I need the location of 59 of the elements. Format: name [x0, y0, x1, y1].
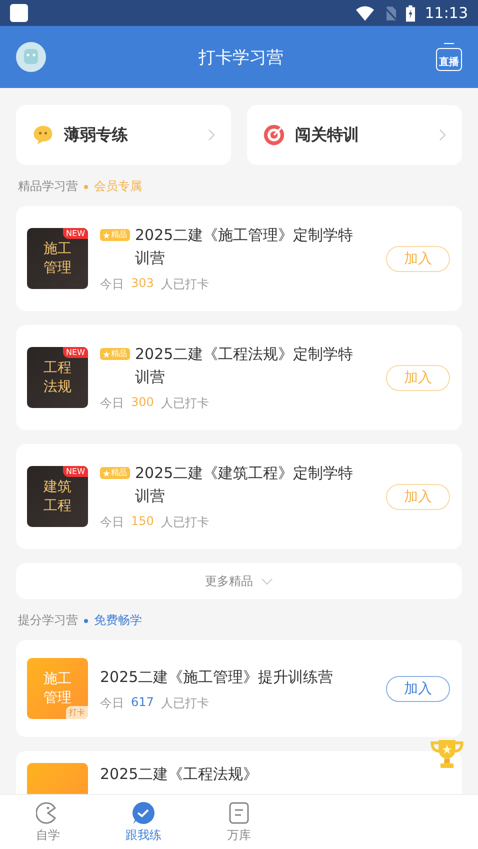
camp-title: 2025二建《工程法规》定制学特训营: [135, 344, 354, 388]
notification-icon: [10, 4, 28, 22]
nav-tab[interactable]: 跟我练: [96, 795, 192, 849]
corner-tag: 打卡: [66, 706, 88, 719]
cover-title: 施工管理: [42, 240, 72, 277]
checkin-label: 今日: [100, 276, 124, 293]
join-button[interactable]: 加入: [386, 484, 450, 510]
section-tag: 会员专属: [94, 178, 142, 195]
checkin-label: 今日: [100, 694, 124, 712]
checkin-count: 303: [131, 276, 154, 292]
bullet-icon: [84, 184, 88, 188]
nav-tab[interactable]: 万库: [191, 795, 287, 849]
join-button[interactable]: 加入: [386, 246, 450, 272]
no-sim-icon: [384, 6, 396, 20]
checkin-label: 人已打卡: [160, 395, 209, 412]
cover-title: 工程法规: [42, 359, 72, 396]
chevron-right-icon: [208, 129, 215, 141]
premium-badge: 精品: [100, 229, 130, 241]
chevron-down-icon: [261, 578, 273, 584]
shortcut-card[interactable]: 闯关特训: [247, 105, 462, 165]
camp-title: 2025二建《建筑工程》定制学特训营: [135, 463, 354, 507]
camp-title: 2025二建《施工管理》定制学特训营: [135, 225, 354, 269]
premium-badge: 精品: [100, 348, 130, 360]
page-title: 打卡学习营: [198, 46, 284, 68]
shortcut-card[interactable]: 薄弱专练: [16, 105, 231, 165]
new-badge: NEW: [63, 228, 88, 239]
section-title: 提分学习营: [18, 612, 78, 629]
target-icon: [263, 124, 285, 146]
camp-title: 2025二建《工程法规》: [100, 764, 260, 785]
section-title: 精品学习营: [18, 178, 78, 195]
battery-charging-icon: [406, 4, 415, 22]
camp-title: 2025二建《施工管理》提升训练营: [100, 666, 334, 688]
checkin-label: 今日: [100, 395, 124, 412]
checkin-label: 人已打卡: [160, 276, 209, 293]
wifi-icon: [356, 6, 374, 20]
more-button[interactable]: 更多精品: [16, 563, 462, 599]
section-tag: 免费畅学: [94, 612, 142, 629]
bullet-icon: [84, 618, 88, 622]
chat-bubble-icon: [32, 124, 54, 146]
new-badge: NEW: [63, 466, 88, 477]
checkin-count: 617: [131, 694, 154, 710]
avatar-icon[interactable]: [16, 42, 46, 72]
trophy-icon[interactable]: [430, 740, 464, 768]
join-button[interactable]: 加入: [386, 364, 450, 390]
chevron-right-icon: [439, 129, 446, 141]
nav-tab[interactable]: 自学: [0, 795, 96, 849]
checkmark-icon: [131, 800, 156, 824]
checkin-count: 150: [131, 514, 154, 530]
cover-title: 施工管理: [42, 670, 72, 707]
status-time: 11:13: [424, 4, 468, 22]
new-badge: NEW: [63, 347, 88, 358]
checkin-label: 人已打卡: [160, 514, 209, 531]
join-button[interactable]: 加入: [386, 676, 450, 702]
document-icon: [226, 800, 251, 824]
checkin-label: 人已打卡: [160, 694, 209, 712]
premium-badge: 精品: [100, 467, 130, 479]
checkin-count: 300: [131, 395, 154, 411]
cover-title: 建筑工程: [42, 478, 72, 515]
checkin-label: 今日: [100, 514, 124, 531]
